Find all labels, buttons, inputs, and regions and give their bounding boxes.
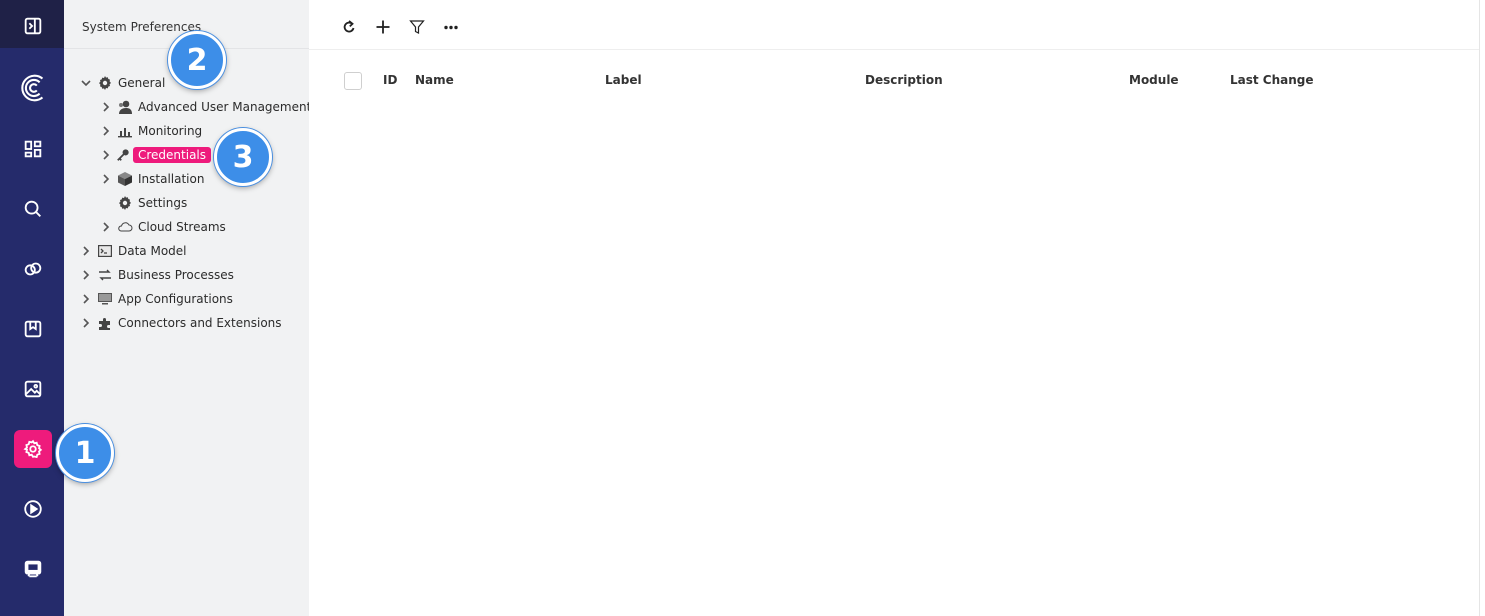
tree-item-connectors-and-extensions[interactable]: Connectors and Extensions <box>80 313 282 333</box>
bookmark-icon <box>24 320 42 338</box>
chevron-right-icon[interactable] <box>100 173 112 185</box>
plus-icon <box>376 20 390 34</box>
link-button[interactable] <box>14 250 52 288</box>
tree-item-installation[interactable]: Installation <box>100 169 204 189</box>
chevron-right-icon[interactable] <box>100 149 112 161</box>
sidebar-toggle-icon <box>24 17 42 35</box>
preferences-tree-panel: System Preferences General Advanced User… <box>64 0 311 616</box>
search-button[interactable] <box>14 190 52 228</box>
search-icon <box>24 200 41 217</box>
tree-item-cloud-streams[interactable]: Cloud Streams <box>100 217 226 237</box>
main-content: ID Name Label Description Module Last Ch… <box>309 0 1479 616</box>
bar-chart-icon <box>116 123 133 139</box>
tree-item-settings[interactable]: Settings <box>116 193 187 213</box>
chevron-right-icon[interactable] <box>100 101 112 113</box>
column-header-label[interactable]: Label <box>605 73 642 87</box>
tree-item-label: Installation <box>138 172 205 186</box>
play-button[interactable] <box>14 490 52 528</box>
tree-item-credentials[interactable]: Credentials <box>100 145 212 165</box>
tree-item-label: Cloud Streams <box>138 220 226 234</box>
column-header-last-change[interactable]: Last Change <box>1230 73 1314 87</box>
cloud-icon <box>116 219 133 235</box>
tree-item-label: App Configurations <box>118 292 233 306</box>
terminal-icon <box>96 243 113 259</box>
filter-button[interactable] <box>407 17 427 37</box>
sidebar-toggle-button[interactable] <box>14 7 52 45</box>
image-icon <box>24 380 42 398</box>
tree-item-label: Data Model <box>118 244 187 258</box>
chevron-right-icon[interactable] <box>80 317 92 329</box>
dashboard-button[interactable] <box>14 130 52 168</box>
image-button[interactable] <box>14 370 52 408</box>
more-button[interactable] <box>441 17 461 37</box>
tree-item-label: General <box>118 76 166 90</box>
toolbar <box>309 0 1479 50</box>
column-header-id[interactable]: ID <box>383 73 397 87</box>
refresh-button[interactable] <box>339 17 359 37</box>
device-icon <box>24 560 42 578</box>
tree-item-business-processes[interactable]: Business Processes <box>80 265 234 285</box>
column-header-description[interactable]: Description <box>865 73 943 87</box>
key-icon <box>116 147 130 163</box>
chevron-right-icon[interactable] <box>100 125 112 137</box>
tree-item-label: Business Processes <box>118 268 234 282</box>
column-header-name[interactable]: Name <box>415 73 454 87</box>
puzzle-icon <box>96 315 113 331</box>
callout-badge-1: 1 <box>56 424 114 482</box>
callout-badge-2: 2 <box>168 31 226 89</box>
chevron-right-icon[interactable] <box>80 293 92 305</box>
system-preferences-button[interactable] <box>14 430 52 468</box>
device-button[interactable] <box>14 550 52 588</box>
chevron-right-icon[interactable] <box>80 245 92 257</box>
panel-title: System Preferences <box>82 20 202 34</box>
gear-icon <box>23 439 43 459</box>
user-icon <box>116 99 133 115</box>
tree-item-label: Advanced User Management <box>138 100 312 114</box>
callout-badge-3: 3 <box>214 128 272 186</box>
tree-item-monitoring[interactable]: Monitoring <box>100 121 202 141</box>
select-all-checkbox[interactable] <box>344 72 362 90</box>
link-icon <box>24 262 42 276</box>
chevron-right-icon[interactable] <box>100 221 112 233</box>
box-icon <box>116 171 133 187</box>
tree-item-advanced-user-management[interactable]: Advanced User Management <box>100 97 311 117</box>
tree-item-label: Credentials <box>133 147 212 163</box>
nav-rail <box>0 0 64 616</box>
tree-item-label: Connectors and Extensions <box>118 316 282 330</box>
gear-icon <box>116 195 133 211</box>
filter-icon <box>409 20 425 34</box>
brand-logo[interactable] <box>14 69 52 107</box>
tree-item-label: Settings <box>138 196 188 210</box>
tree-item-data-model[interactable]: Data Model <box>80 241 187 261</box>
brand-logo-icon <box>21 74 44 102</box>
chevron-right-icon[interactable] <box>80 269 92 281</box>
table-header: ID Name Label Description Module Last Ch… <box>309 66 1479 94</box>
dashboard-icon <box>24 140 42 158</box>
bookmark-button[interactable] <box>14 310 52 348</box>
tree-item-label: Monitoring <box>138 124 203 138</box>
play-icon <box>24 500 42 518</box>
chevron-down-icon[interactable] <box>80 77 92 89</box>
tree-item-app-configurations[interactable]: App Configurations <box>80 289 233 309</box>
column-header-module[interactable]: Module <box>1129 73 1179 87</box>
more-icon <box>444 25 458 30</box>
refresh-icon <box>343 20 355 33</box>
process-icon <box>96 267 113 283</box>
monitor-icon <box>96 291 113 307</box>
add-button[interactable] <box>373 17 393 37</box>
tree-item-general[interactable]: General <box>80 73 165 93</box>
window-edge <box>1479 0 1480 616</box>
toolbar-divider <box>309 49 1479 50</box>
gear-icon <box>96 75 113 91</box>
